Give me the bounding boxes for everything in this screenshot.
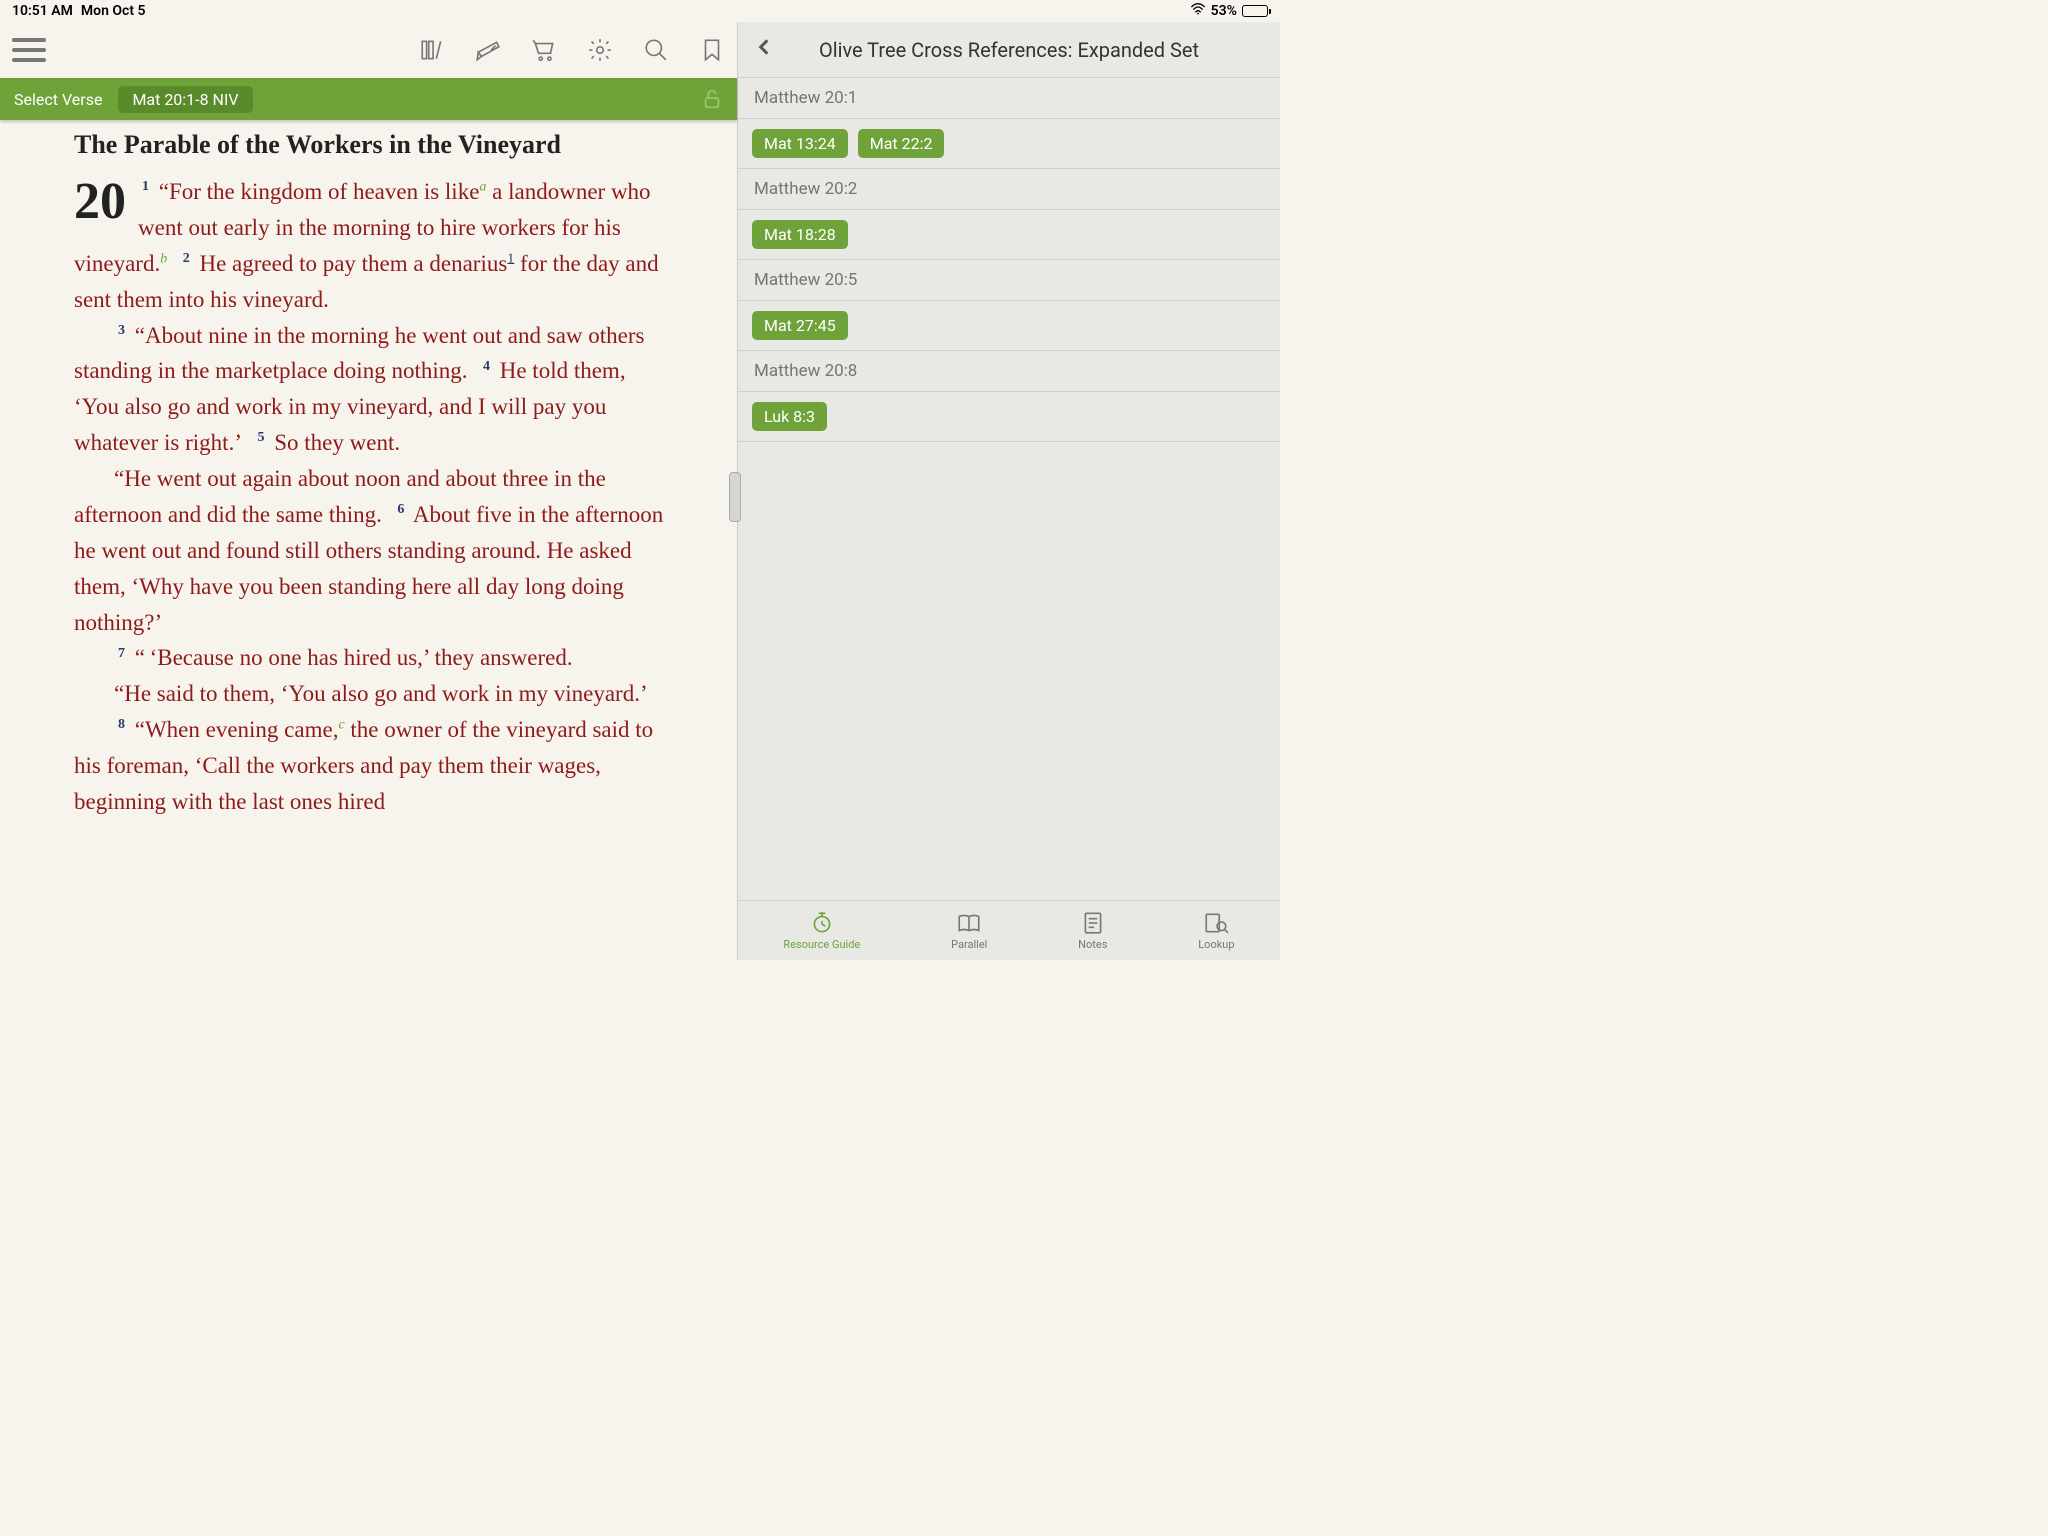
xref-tag-row: Luk 8:3 bbox=[738, 392, 1280, 442]
reading-pane: Select Verse Mat 20:1-8 NIV The Parable … bbox=[0, 22, 737, 960]
verse-number: 1 bbox=[142, 179, 149, 194]
verse-number: 8 bbox=[118, 717, 125, 732]
settings-icon[interactable] bbox=[587, 37, 613, 63]
highlight-icon[interactable] bbox=[475, 37, 501, 63]
tab-label: Parallel bbox=[951, 938, 987, 951]
verse-reference-pill[interactable]: Mat 20:1-8 NIV bbox=[118, 86, 252, 113]
xref-section-header: Matthew 20:1 bbox=[738, 78, 1280, 119]
verse-text: “He said to them, ‘You also go and work … bbox=[114, 681, 648, 706]
right-pane-header: Olive Tree Cross References: Expanded Se… bbox=[738, 22, 1280, 78]
lock-icon[interactable] bbox=[701, 88, 723, 110]
toolbar bbox=[0, 22, 737, 78]
cart-icon[interactable] bbox=[531, 37, 557, 63]
search-icon[interactable] bbox=[643, 37, 669, 63]
cross-reference-pane: Olive Tree Cross References: Expanded Se… bbox=[737, 22, 1280, 960]
verse-selector-bar: Select Verse Mat 20:1-8 NIV bbox=[0, 78, 737, 120]
tab-parallel[interactable]: Parallel bbox=[951, 910, 987, 951]
tab-label: Lookup bbox=[1198, 938, 1234, 951]
pane-divider-handle[interactable] bbox=[729, 472, 741, 522]
cross-reference-list[interactable]: Matthew 20:1 Mat 13:24 Mat 22:2 Matthew 20:… bbox=[738, 78, 1280, 900]
xref-tag[interactable]: Mat 13:24 bbox=[752, 129, 848, 158]
scripture-content[interactable]: The Parable of the Workers in the Vineya… bbox=[0, 120, 737, 960]
xref-tag[interactable]: Mat 18:28 bbox=[752, 220, 848, 249]
status-date: Mon Oct 5 bbox=[81, 3, 146, 19]
library-icon[interactable] bbox=[419, 37, 445, 63]
menu-icon[interactable] bbox=[12, 38, 46, 62]
right-pane-title: Olive Tree Cross References: Expanded Se… bbox=[738, 38, 1280, 62]
tab-label: Resource Guide bbox=[783, 938, 860, 951]
footnote-marker[interactable]: b bbox=[160, 251, 167, 266]
verse-number: 2 bbox=[183, 251, 190, 266]
bottom-tab-bar: Resource Guide Parallel Notes Lookup bbox=[738, 900, 1280, 960]
verse-text: “For the kingdom of heaven is like bbox=[159, 179, 480, 204]
bookmark-icon[interactable] bbox=[699, 37, 725, 63]
tab-notes[interactable]: Notes bbox=[1078, 910, 1107, 951]
xref-tag-row: Mat 27:45 bbox=[738, 301, 1280, 351]
verse-text: “When evening came, bbox=[135, 717, 339, 742]
xref-tag-row: Mat 18:28 bbox=[738, 210, 1280, 260]
verse-text: So they went. bbox=[274, 430, 400, 455]
status-time: 10:51 AM bbox=[12, 3, 73, 19]
battery-icon bbox=[1242, 5, 1268, 17]
xref-tag-row: Mat 13:24 Mat 22:2 bbox=[738, 119, 1280, 169]
xref-tag[interactable]: Luk 8:3 bbox=[752, 402, 827, 431]
xref-section-header: Matthew 20:5 bbox=[738, 260, 1280, 301]
wifi-icon bbox=[1190, 3, 1206, 19]
select-verse-button[interactable]: Select Verse bbox=[14, 90, 102, 109]
xref-section-header: Matthew 20:2 bbox=[738, 169, 1280, 210]
verse-number: 5 bbox=[257, 430, 264, 445]
verse-text: “ ‘Because no one has hired us,’ they an… bbox=[135, 645, 573, 670]
back-icon[interactable] bbox=[754, 37, 774, 63]
tab-resource-guide[interactable]: Resource Guide bbox=[783, 910, 860, 951]
chapter-number: 20 bbox=[74, 179, 126, 226]
tab-label: Notes bbox=[1078, 938, 1107, 951]
verse-number: 6 bbox=[397, 502, 404, 517]
tab-lookup[interactable]: Lookup bbox=[1198, 910, 1234, 951]
status-bar: 10:51 AM Mon Oct 5 53% bbox=[0, 0, 1280, 22]
xref-tag[interactable]: Mat 27:45 bbox=[752, 311, 848, 340]
xref-tag[interactable]: Mat 22:2 bbox=[858, 129, 945, 158]
verse-number: 4 bbox=[483, 359, 490, 374]
verse-number: 7 bbox=[118, 646, 125, 661]
battery-percent: 53% bbox=[1211, 3, 1237, 19]
verse-number: 3 bbox=[118, 323, 125, 338]
verse-text: He agreed to pay them a denarius bbox=[199, 251, 507, 276]
passage-title: The Parable of the Workers in the Vineya… bbox=[74, 130, 667, 160]
xref-section-header: Matthew 20:8 bbox=[738, 351, 1280, 392]
